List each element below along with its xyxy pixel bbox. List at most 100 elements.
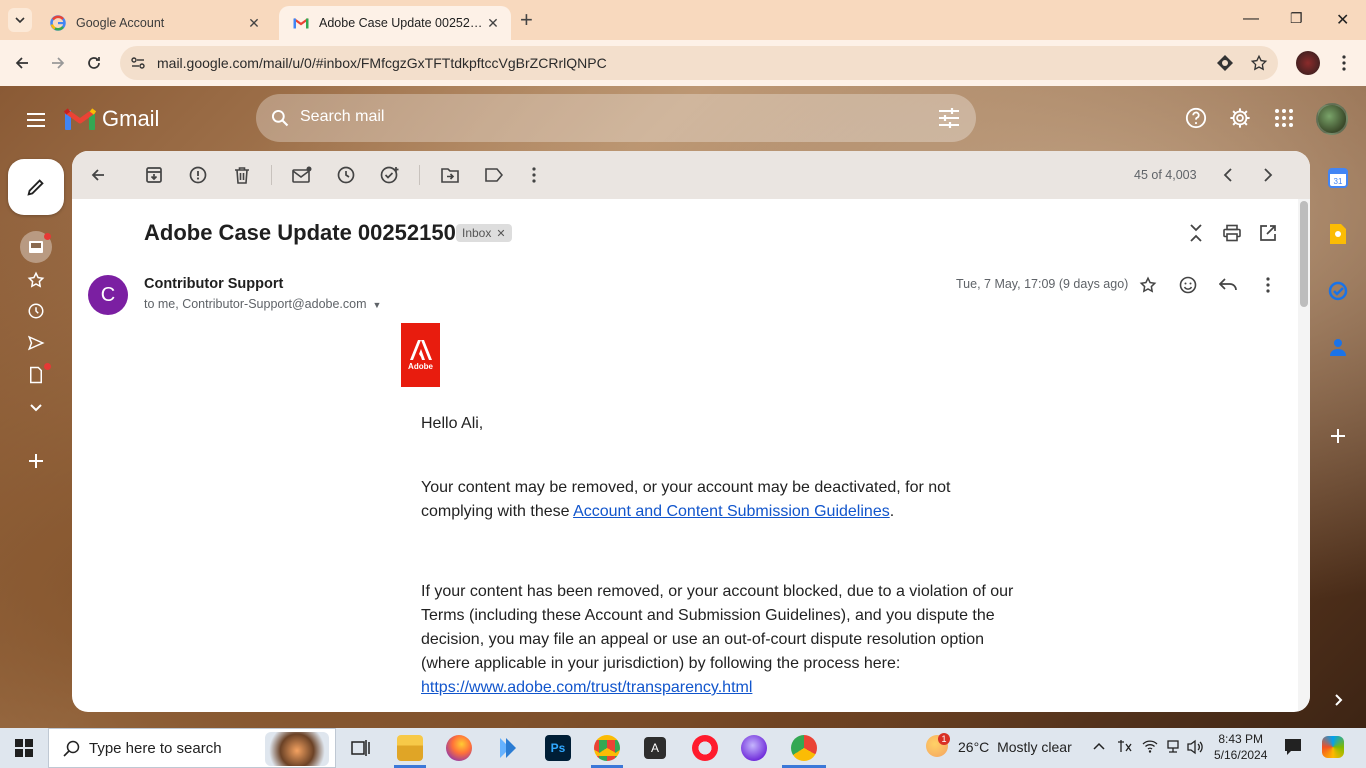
tab-search-button[interactable] — [8, 8, 32, 32]
opera-icon[interactable] — [692, 735, 718, 761]
search-bar[interactable]: Search mail — [256, 94, 976, 142]
profile-avatar[interactable] — [1296, 51, 1320, 75]
report-spam-icon[interactable] — [186, 163, 210, 187]
compose-button[interactable] — [8, 159, 64, 215]
settings-gear-icon[interactable] — [1228, 106, 1252, 130]
more-chevron-icon[interactable] — [24, 395, 48, 419]
starred-icon[interactable] — [24, 268, 48, 292]
search-options-icon[interactable] — [938, 108, 960, 128]
apps-grid-icon[interactable] — [1272, 106, 1296, 130]
add-label-icon[interactable] — [24, 449, 48, 473]
unread-dot — [44, 233, 51, 240]
sender-name[interactable]: Contributor Support — [144, 276, 283, 292]
gmail-icon — [64, 108, 96, 130]
newer-chevron-icon[interactable] — [1216, 163, 1240, 187]
help-icon[interactable] — [1184, 106, 1208, 130]
back-to-inbox-icon[interactable] — [86, 163, 110, 187]
back-arrow-icon[interactable] — [10, 51, 34, 75]
reload-icon[interactable] — [82, 51, 106, 75]
power-automate-icon[interactable] — [495, 735, 521, 761]
open-new-window-icon[interactable] — [1256, 221, 1280, 245]
calendar-icon[interactable]: 31 — [1326, 166, 1350, 190]
collapse-all-icon[interactable] — [1184, 221, 1208, 245]
firefox-icon[interactable] — [446, 735, 472, 761]
get-addons-plus-icon[interactable] — [1326, 424, 1350, 448]
input-method-icon[interactable] — [1117, 739, 1133, 756]
notification-icon[interactable] — [1284, 738, 1302, 759]
keep-icon[interactable] — [1326, 222, 1350, 246]
taskbar-search-box[interactable]: Type here to search — [48, 728, 336, 768]
chrome-icon[interactable] — [791, 735, 817, 761]
system-clock[interactable]: 8:43 PM 5/16/2024 — [1214, 731, 1267, 763]
inbox-label-chip[interactable]: Inbox ✕ — [456, 224, 512, 242]
recipients-text: to me, Contributor-Support@adobe.com — [144, 297, 367, 311]
url-text: mail.google.com/mail/u/0/#inbox/FMfcgzGx… — [157, 55, 607, 71]
site-settings-icon[interactable] — [130, 55, 146, 71]
emoji-reaction-icon[interactable] — [1176, 273, 1200, 297]
show-hidden-icons-chevron-icon[interactable] — [1093, 739, 1105, 754]
browser-tabstrip: Google Account ✕ Adobe Case Update 00252… — [0, 0, 1366, 40]
account-avatar[interactable] — [1316, 103, 1348, 135]
wifi-icon[interactable] — [1142, 739, 1158, 756]
archive-icon[interactable] — [142, 163, 166, 187]
file-explorer-icon[interactable] — [397, 735, 423, 761]
snoozed-clock-icon[interactable] — [24, 299, 48, 323]
message-more-icon[interactable] — [1256, 273, 1280, 297]
paragraph-text: If your content has been removed, or you… — [421, 583, 1014, 672]
copilot-icon[interactable] — [1322, 736, 1344, 758]
older-chevron-icon[interactable] — [1256, 163, 1280, 187]
unread-dot — [44, 363, 51, 370]
tasks-icon[interactable] — [1326, 279, 1350, 303]
reply-icon[interactable] — [1216, 273, 1240, 297]
move-to-folder-icon[interactable] — [438, 163, 462, 187]
expand-panel-chevron-icon[interactable] — [1326, 688, 1350, 712]
star-icon[interactable] — [1136, 273, 1160, 297]
close-icon[interactable]: ✕ — [246, 15, 262, 32]
minimize-icon[interactable]: — — [1243, 10, 1259, 28]
photoshop-icon[interactable]: Ps — [545, 735, 571, 761]
messenger-icon[interactable] — [741, 735, 767, 761]
gmail-logo[interactable]: Gmail — [64, 106, 159, 132]
recipients-line[interactable]: to me, Contributor-Support@adobe.com ▼ — [144, 297, 381, 311]
transparency-link[interactable]: https://www.adobe.com/trust/transparency… — [421, 679, 752, 696]
label-icon[interactable] — [482, 163, 506, 187]
sender-avatar[interactable]: C — [88, 275, 128, 315]
forward-arrow-icon[interactable] — [46, 51, 70, 75]
guidelines-link[interactable]: Account and Content Submission Guideline… — [573, 503, 890, 520]
pencil-icon — [27, 179, 44, 196]
contacts-icon[interactable] — [1326, 335, 1350, 359]
app-a-icon[interactable]: A — [644, 737, 666, 759]
lens-icon[interactable] — [1216, 54, 1234, 72]
tab-google-account[interactable]: Google Account ✕ — [36, 6, 272, 40]
remove-label-icon[interactable]: ✕ — [496, 227, 505, 240]
mark-unread-icon[interactable] — [290, 163, 314, 187]
sent-icon[interactable] — [24, 331, 48, 355]
close-window-icon[interactable]: ✕ — [1336, 10, 1349, 30]
restore-icon[interactable]: ❐ — [1290, 10, 1303, 27]
address-bar[interactable]: mail.google.com/mail/u/0/#inbox/FMfcgzGx… — [120, 46, 1278, 80]
windows-start-icon[interactable] — [15, 739, 33, 760]
print-icon[interactable] — [1220, 221, 1244, 245]
more-vert-icon[interactable] — [1332, 51, 1356, 75]
volume-icon[interactable] — [1187, 739, 1205, 758]
search-icon[interactable] — [270, 108, 290, 128]
task-view-icon[interactable] — [348, 735, 374, 761]
tab-adobe-case[interactable]: Adobe Case Update 00252150 - ✕ — [279, 6, 511, 40]
main-menu-icon[interactable] — [24, 108, 48, 135]
show-details-caret-icon[interactable]: ▼ — [373, 300, 382, 310]
delete-trash-icon[interactable] — [230, 163, 254, 187]
more-options-icon[interactable] — [522, 163, 546, 187]
new-tab-button[interactable]: + — [520, 9, 533, 31]
chrome-profile-icon[interactable] — [594, 735, 620, 761]
snooze-clock-icon[interactable] — [334, 163, 358, 187]
message-scrollbar[interactable] — [1298, 199, 1310, 712]
search-input[interactable]: Search mail — [300, 108, 384, 126]
nav-inbox[interactable] — [20, 231, 52, 263]
star-bookmark-icon[interactable] — [1250, 54, 1268, 72]
drafts-icon[interactable] — [24, 363, 51, 387]
weather-widget[interactable]: 26°C Mostly clear — [958, 739, 1072, 755]
scroll-thumb[interactable] — [1300, 201, 1308, 307]
close-icon[interactable]: ✕ — [485, 15, 501, 32]
add-to-tasks-icon[interactable] — [378, 163, 402, 187]
network-icon[interactable] — [1165, 739, 1181, 758]
